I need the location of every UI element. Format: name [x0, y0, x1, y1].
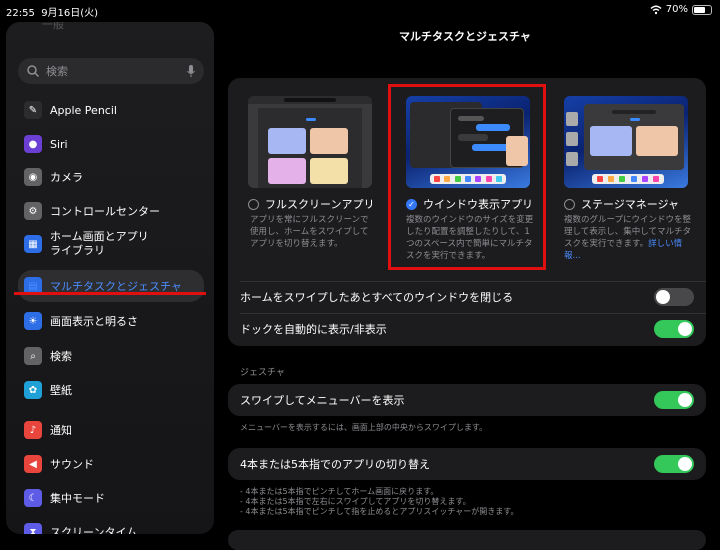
row-label: 4本または5本指でのアプリの切り替え — [240, 458, 430, 471]
sun-icon: ☀ — [24, 312, 42, 330]
sidebar-item-6[interactable]: ☀ 画面表示と明るさ — [18, 305, 204, 337]
app-switch-toggle[interactable] — [654, 455, 694, 473]
close-windows-toggle[interactable] — [654, 288, 694, 306]
sidebar-item-label: Apple Pencil — [50, 103, 117, 117]
stage-manager-preview — [564, 96, 688, 188]
sidebar-item-2[interactable]: ◉ カメラ — [18, 161, 204, 193]
menubar-note: メニューバーを表示するには、画面上部の中央からスワイプします。 — [240, 423, 488, 432]
menubar-swipe-toggle[interactable] — [654, 391, 694, 409]
sidebar-item-label: コントロールセンター — [50, 205, 160, 218]
battery-percent: 70% — [665, 4, 688, 15]
note-line: - 4本または5本指でピンチしてホーム画面に戻ります。 — [240, 487, 439, 496]
sidebar-item-7[interactable]: ⌕ 検索 — [18, 340, 204, 372]
row-label: ホームをスワイプしたあとすべてのウインドウを閉じる — [240, 291, 514, 304]
search-icon — [27, 65, 40, 78]
next-card-partial — [228, 530, 706, 550]
row-close-windows: ホームをスワイプしたあとすべてのウインドウを閉じる — [228, 281, 706, 313]
speaker-icon: ◀ — [24, 455, 42, 473]
row-menubar-swipe: スワイプしてメニューバーを表示 — [228, 384, 706, 416]
radio-fullscreen[interactable]: フルスクリーンアプリ — [248, 196, 374, 212]
sidebar-item-label: カメラ — [50, 171, 83, 184]
row-dock-autohide: ドックを自動的に表示/非表示 — [228, 313, 706, 345]
mode-label-stage-manager: ステージマネージャ — [581, 198, 680, 211]
sidebar-item-10[interactable]: ◀ サウンド — [18, 448, 204, 480]
status-time: 22:55 9月16日(火) — [6, 8, 99, 19]
sidebar-item-12[interactable]: ⧗ スクリーンタイム — [18, 516, 204, 534]
moon-icon: ☾ — [24, 489, 42, 507]
page-title: マルチタスクとジェスチャ — [399, 30, 531, 43]
radio-off-icon[interactable] — [564, 198, 575, 210]
row-label: スワイプしてメニューバーを表示 — [240, 394, 405, 407]
sidebar-item-1[interactable]: ● Siri — [18, 128, 204, 160]
dock-autohide-toggle[interactable] — [654, 320, 694, 338]
fullscreen-preview — [248, 96, 372, 188]
sidebar-item-label: 壁紙 — [50, 384, 72, 397]
gesture-section-label: ジェスチャ — [240, 368, 285, 378]
sidebar-item-0[interactable]: ✎ Apple Pencil — [18, 94, 204, 126]
sidebar-item-label: 通知 — [50, 424, 72, 437]
camera-icon: ◉ — [24, 168, 42, 186]
row-app-switch: 4本または5本指でのアプリの切り替え — [228, 448, 706, 480]
row-label: ドックを自動的に表示/非表示 — [240, 323, 387, 336]
sidebar-item-8[interactable]: ✿ 壁紙 — [18, 374, 204, 406]
search-placeholder[interactable]: 検索 — [46, 63, 68, 79]
sidebar-item-3[interactable]: ⚙ コントロールセンター — [18, 195, 204, 227]
selection-highlight-box — [388, 84, 546, 270]
wallpaper-icon: ✿ — [24, 381, 42, 399]
radio-off-icon[interactable] — [248, 198, 259, 210]
sidebar-item-label: 画面表示と明るさ — [50, 315, 138, 328]
app-switch-gesture-card: 4本または5本指でのアプリの切り替え — [228, 448, 706, 480]
settings-sidebar: 一般 検索 ✎ Apple Pencil ● Siri ◉ カメラ ⚙ コントロールセンター ▦… — [6, 22, 214, 534]
mode-label-fullscreen: フルスクリーンアプリ — [265, 198, 375, 211]
menubar-gesture-card: スワイプしてメニューバーを表示 — [228, 384, 706, 416]
sidebar-item-label: 検索 — [50, 350, 72, 363]
sidebar-item-9[interactable]: ♪ 通知 — [18, 414, 204, 446]
hourglass-icon: ⧗ — [24, 523, 42, 534]
note-line: - 4本または5本指でピンチして指を止めるとアプリスイッチャーが開きます。 — [240, 507, 519, 516]
home-screen-icon: ▦ — [24, 235, 42, 253]
siri-icon: ● — [24, 135, 42, 153]
sidebar-item-4[interactable]: ▦ ホーム画面とアプリ ライブラリ — [18, 224, 204, 264]
note-line: - 4本または5本指で左右にスワイプしてアプリを切り替えます。 — [240, 497, 471, 506]
mode-desc-fullscreen: アプリを常にフルスクリーンで使用し、ホームをスワイプしてアプリを切り替えます。 — [250, 215, 369, 249]
bell-icon: ♪ — [24, 421, 42, 439]
radio-stage-manager[interactable]: ステージマネージャ — [564, 196, 679, 212]
search-icon: ⌕ — [24, 347, 42, 365]
microphone-icon[interactable] — [186, 64, 196, 78]
sidebar-item-11[interactable]: ☾ 集中モード — [18, 482, 204, 514]
battery-icon — [692, 4, 712, 15]
sidebar-item-label: ホーム画面とアプリ ライブラリ — [50, 230, 149, 257]
mode-fullscreen[interactable] — [248, 96, 372, 188]
status-bar: 22:55 9月16日(火) 70% — [0, 0, 720, 20]
status-right: 70% — [650, 4, 712, 15]
sidebar-item-label: サウンド — [50, 458, 94, 471]
sidebar-search[interactable]: 検索 — [18, 58, 204, 84]
sidebar-item-5[interactable]: ▤ マルチタスクとジェスチャ — [18, 270, 204, 302]
sidebar-item-label: スクリーンタイム — [50, 526, 138, 534]
sidebar-ghost-item[interactable]: 一般 — [42, 22, 64, 32]
mode-desc-stage-manager: 複数のグループにウインドウを整理して表示し、集中してマルチタスクを実行できます。… — [564, 215, 691, 261]
wifi-icon — [650, 5, 662, 14]
sidebar-item-label: 集中モード — [50, 492, 105, 505]
app-switch-notes: - 4本または5本指でピンチしてホーム画面に戻ります。 - 4本または5本指で左… — [240, 487, 519, 517]
highlight-underline — [14, 292, 206, 295]
mode-stage-manager[interactable] — [564, 96, 688, 188]
toggles-icon: ⚙ — [24, 202, 42, 220]
sidebar-item-label: Siri — [50, 137, 68, 151]
pencil-icon: ✎ — [24, 101, 42, 119]
